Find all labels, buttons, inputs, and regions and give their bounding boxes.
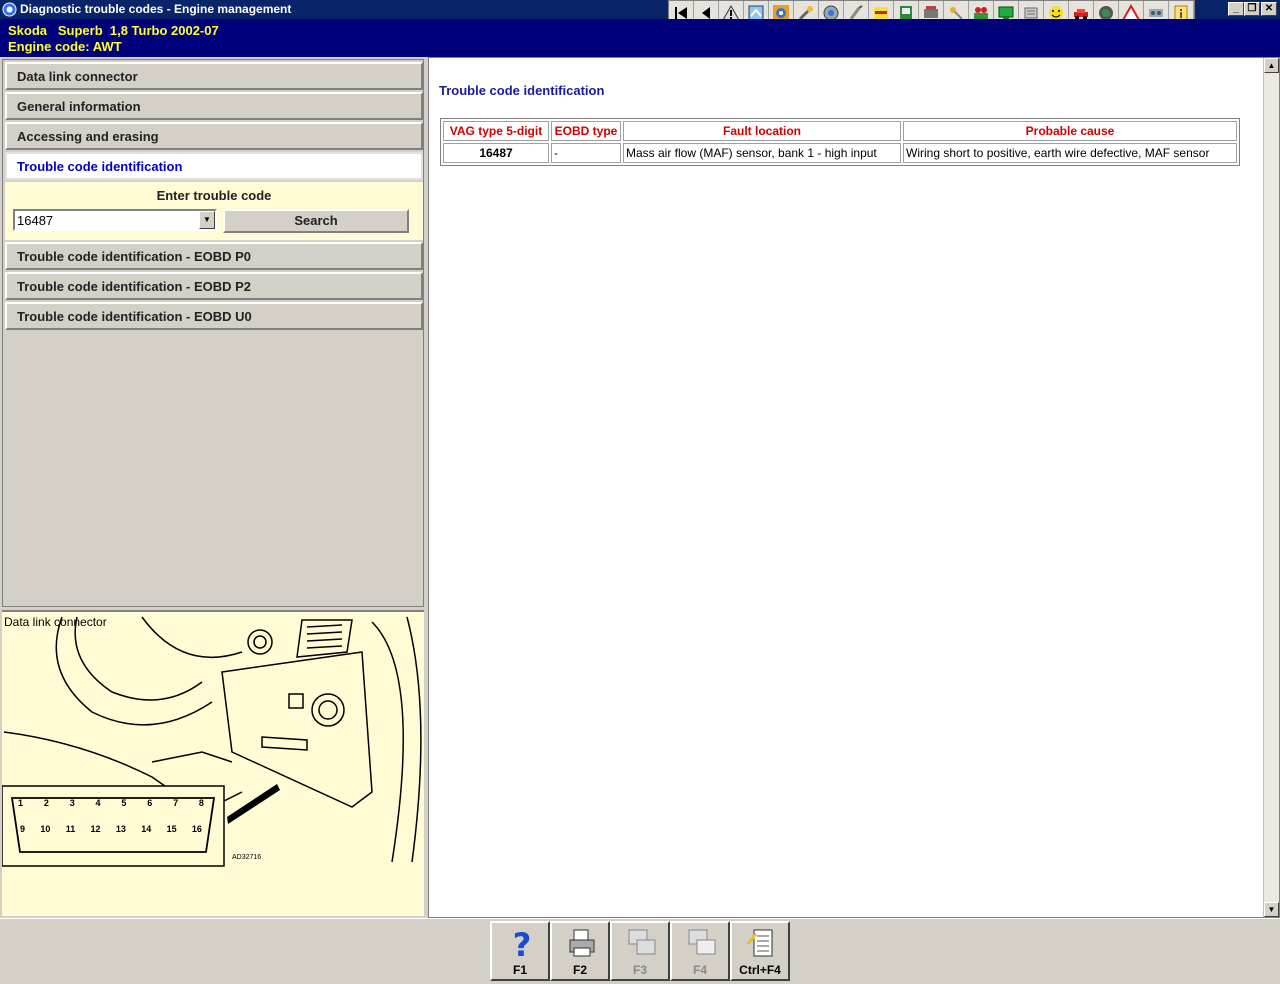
scroll-up-icon[interactable]: ▲ (1264, 58, 1279, 73)
search-panel: Enter trouble code 16487 ▼ Search (5, 182, 423, 240)
pin-label: 2 (43, 798, 49, 808)
f1-label: F1 (512, 963, 527, 977)
vertical-scrollbar[interactable]: ▲ ▼ (1263, 58, 1279, 917)
title-bar: Diagnostic trouble codes - Engine manage… (0, 0, 1280, 25)
content-panel: Trouble code identification VAG type 5-d… (428, 57, 1280, 918)
f4-label: F4 (692, 963, 707, 977)
table-header-row: VAG type 5-digit EOBD type Fault locatio… (443, 121, 1237, 141)
column-header: EOBD type (551, 121, 621, 141)
column-header: Fault location (623, 121, 901, 141)
column-header: VAG type 5-digit (443, 121, 549, 141)
column-header: Probable cause (903, 121, 1237, 141)
pin-label: 4 (95, 798, 101, 808)
function-key-bar: ? F1 F2 F3 F4 Ctrl+F4 (0, 918, 1280, 984)
pin-label: 8 (198, 798, 204, 808)
nav-item-trouble-code-identification[interactable]: Trouble code identification (5, 152, 423, 180)
pin-label: 11 (65, 824, 76, 834)
nav-item-eobd-p0[interactable]: Trouble code identification - EOBD P0 (5, 242, 423, 270)
pin-label: 10 (40, 824, 51, 834)
pin-label: 6 (147, 798, 153, 808)
f4-paste-button[interactable]: F4 (670, 921, 730, 981)
app-window: Diagnostic trouble codes - Engine manage… (0, 0, 1280, 984)
minimize-button[interactable]: _ (1228, 2, 1244, 16)
f1-help-button[interactable]: ? F1 (490, 921, 550, 981)
nav-item-eobd-u0[interactable]: Trouble code identification - EOBD U0 (5, 302, 423, 330)
engine-code: Engine code: AWT (8, 39, 122, 54)
pin-label: 7 (173, 798, 179, 808)
nav-panel: Data link connector General information … (2, 59, 424, 607)
svg-text:?: ? (513, 926, 532, 960)
table-row: 16487 - Mass air flow (MAF) sensor, bank… (443, 143, 1237, 163)
f2-label: F2 (572, 963, 587, 977)
ctrl-f4-label: Ctrl+F4 (739, 963, 781, 977)
data-link-connector-illustration (2, 616, 422, 867)
f3-copy-button[interactable]: F3 (610, 921, 670, 981)
scroll-down-icon[interactable]: ▼ (1264, 902, 1279, 917)
notes-icon (746, 929, 773, 957)
vehicle-header: Skoda Superb 1,8 Turbo 2002-07 Engine co… (0, 19, 1280, 57)
nav-item-general-information[interactable]: General information (5, 92, 423, 120)
pin-label: 9 (20, 824, 26, 834)
vehicle-model: Skoda Superb 1,8 Turbo 2002-07 (8, 23, 219, 38)
trouble-code-combo[interactable]: 16487 ▼ (13, 209, 217, 231)
nav-item-data-link-connector[interactable]: Data link connector (5, 62, 423, 90)
pin-label: 1 (18, 798, 24, 808)
nav-item-eobd-p2[interactable]: Trouble code identification - EOBD P2 (5, 272, 423, 300)
print-icon (569, 929, 595, 957)
connector-pins-top: 1 2 3 4 5 6 7 8 (18, 798, 204, 808)
pin-label: 13 (115, 824, 126, 834)
illustration-reference: AD32716 (232, 854, 262, 861)
restore-button[interactable]: ❐ (1244, 2, 1260, 16)
pin-label: 15 (166, 824, 177, 834)
help-icon: ? (513, 926, 532, 960)
illustration-caption: Data link connector (4, 615, 107, 629)
content-heading: Trouble code identification (439, 83, 605, 98)
illustration-panel: Data link connector 1 2 3 4 5 6 7 8 9 10… (2, 610, 424, 916)
pin-label: 12 (90, 824, 101, 834)
search-label: Enter trouble code (156, 188, 272, 203)
pin-label: 14 (141, 824, 152, 834)
trouble-code-table: VAG type 5-digit EOBD type Fault locatio… (440, 118, 1240, 166)
f2-print-button[interactable]: F2 (550, 921, 610, 981)
pin-label: 3 (69, 798, 75, 808)
paste-icon (688, 929, 716, 955)
search-button[interactable]: Search (223, 209, 409, 233)
app-icon (2, 2, 17, 17)
copy-icon (628, 929, 656, 955)
connector-pins-bottom: 9 10 11 12 13 14 15 16 (20, 824, 202, 834)
pin-label: 5 (121, 798, 127, 808)
ctrl-f4-notes-button[interactable]: Ctrl+F4 (730, 921, 790, 981)
pin-label: 16 (191, 824, 202, 834)
window-title: Diagnostic trouble codes - Engine manage… (20, 2, 292, 16)
eobd-code-cell: - (551, 143, 621, 163)
close-button[interactable]: ✕ (1261, 2, 1277, 16)
vag-code-cell: 16487 (443, 143, 549, 163)
nav-item-accessing-and-erasing[interactable]: Accessing and erasing (5, 122, 423, 150)
probable-cause-cell: Wiring short to positive, earth wire def… (903, 143, 1237, 163)
fault-location-cell: Mass air flow (MAF) sensor, bank 1 - hig… (623, 143, 901, 163)
trouble-code-value[interactable]: 16487 (17, 213, 53, 228)
f3-label: F3 (632, 963, 647, 977)
chevron-down-icon[interactable]: ▼ (199, 211, 215, 229)
